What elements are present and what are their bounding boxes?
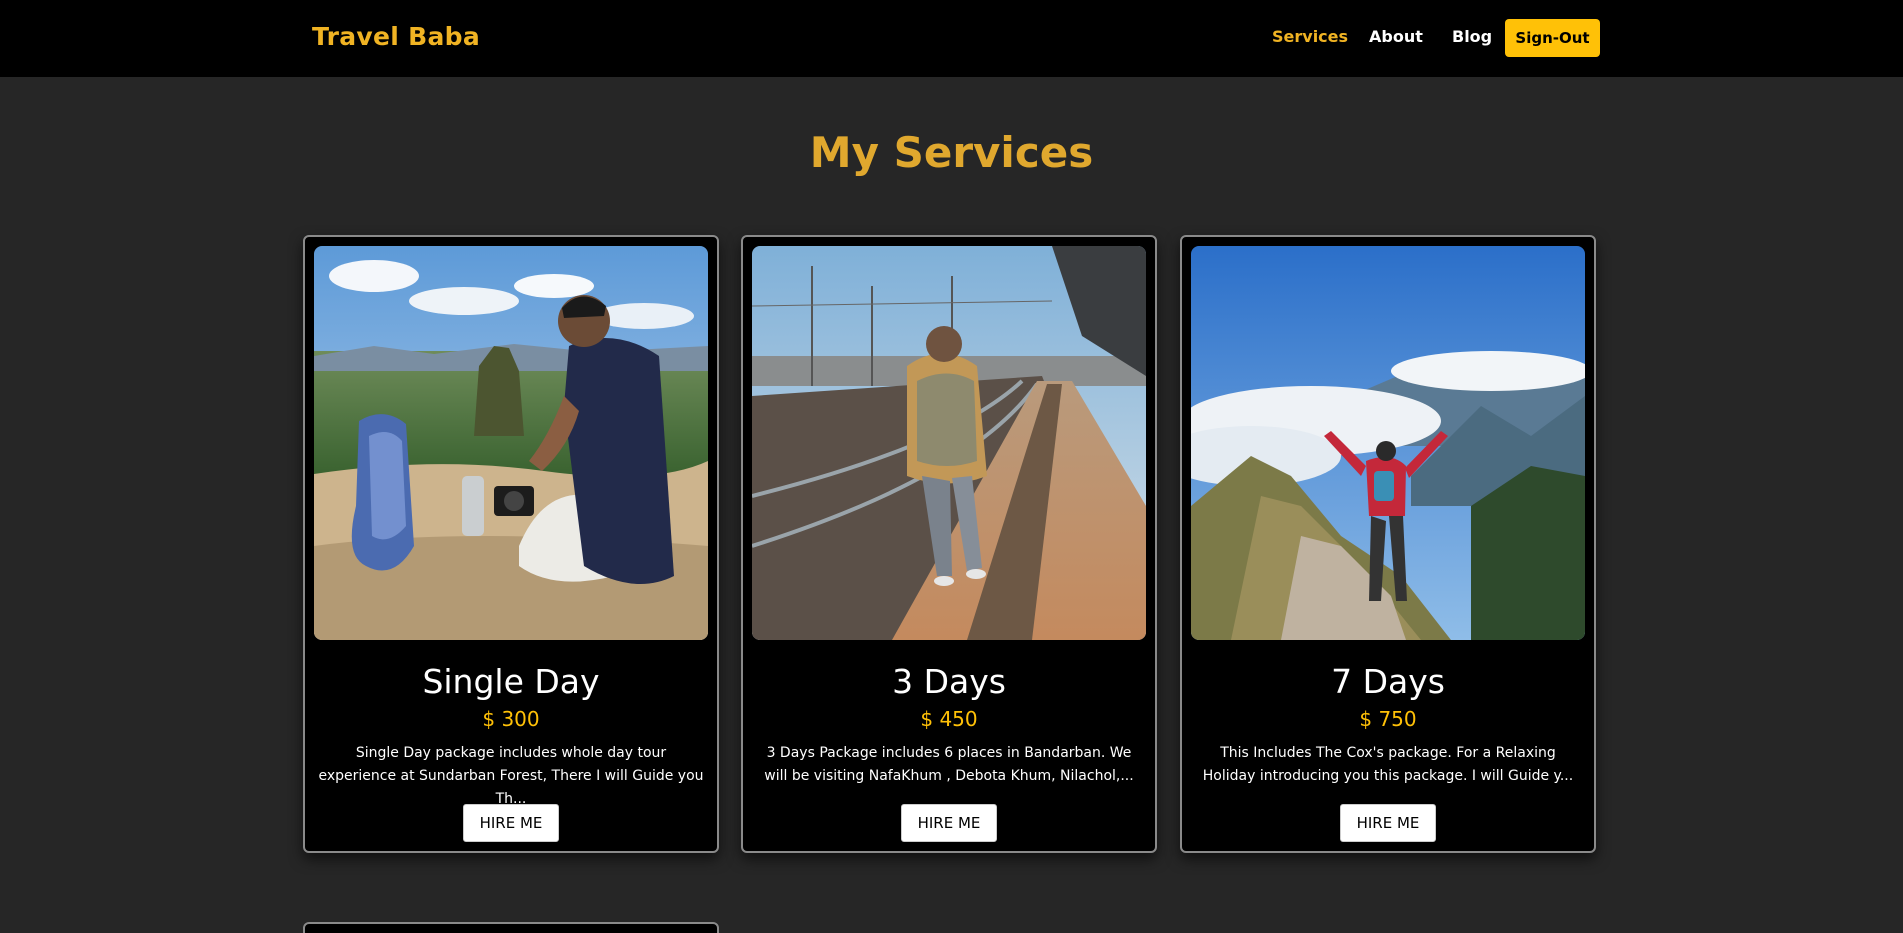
mountain-hiker-photo (1191, 246, 1585, 640)
service-title: 3 Days (892, 662, 1006, 701)
service-price: $ 300 (482, 707, 540, 731)
service-image (314, 246, 708, 640)
brand-logo[interactable]: Travel Baba (312, 22, 480, 51)
nav-link-about[interactable]: About (1369, 27, 1423, 46)
service-card-partial (303, 922, 719, 933)
navbar: Travel Baba Services About Blog Sign-Out (0, 0, 1903, 77)
service-description: Single Day package includes whole day to… (318, 745, 704, 807)
service-description: This Includes The Cox's package. For a R… (1202, 745, 1574, 784)
service-price: $ 450 (920, 707, 978, 731)
nav-link-blog[interactable]: Blog (1452, 27, 1492, 46)
service-card-single-day: Single Day $ 300 Single Day package incl… (303, 235, 719, 853)
service-image (1191, 246, 1585, 640)
hire-me-button[interactable]: HIRE ME (463, 804, 559, 842)
service-title: Single Day (422, 662, 600, 701)
service-card-7-days: 7 Days $ 750 This Includes The Cox's pac… (1180, 235, 1596, 853)
cliff-traveler-photo (314, 246, 708, 640)
page-title: My Services (809, 128, 1094, 177)
service-image (752, 246, 1146, 640)
service-price: $ 750 (1359, 707, 1417, 731)
train-platform-photo (752, 246, 1146, 640)
service-title: 7 Days (1331, 662, 1445, 701)
hire-me-button[interactable]: HIRE ME (1340, 804, 1436, 842)
nav-link-services[interactable]: Services (1272, 27, 1348, 46)
service-card-3-days: 3 Days $ 450 3 Days Package includes 6 p… (741, 235, 1157, 853)
service-description: 3 Days Package includes 6 places in Band… (764, 745, 1134, 784)
hire-me-button[interactable]: HIRE ME (901, 804, 997, 842)
sign-out-button[interactable]: Sign-Out (1505, 19, 1600, 57)
